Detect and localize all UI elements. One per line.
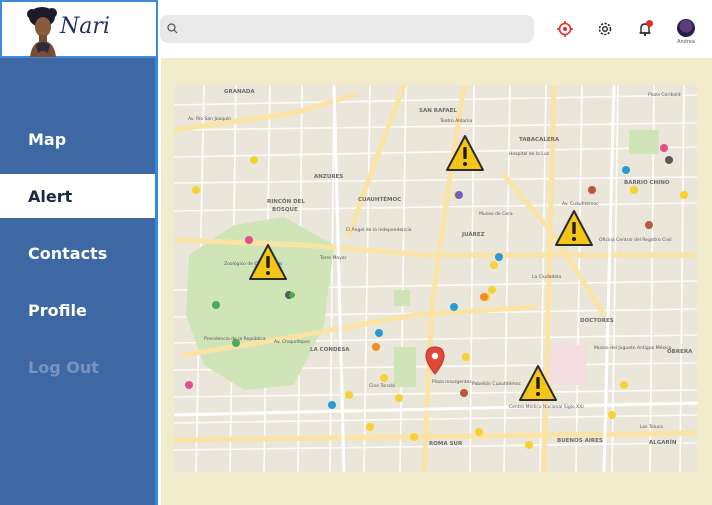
map-label: Museo de Cera bbox=[479, 211, 513, 217]
map-label: SAN RAFAEL bbox=[419, 108, 457, 114]
sidebar-item-contacts[interactable]: Contacts bbox=[0, 231, 155, 275]
map-label: CUAUHTÉMOC bbox=[358, 195, 401, 203]
map-label: BARRIO CHINO bbox=[624, 180, 670, 186]
map-label: GRANADA bbox=[224, 89, 255, 95]
map-label: Plaza Insurgentes bbox=[432, 379, 472, 385]
map-label: ALGARÍN bbox=[649, 438, 677, 446]
alert-warning-icon[interactable] bbox=[248, 242, 288, 282]
map-label: Plaza Garibaldi bbox=[648, 92, 682, 98]
search-input[interactable] bbox=[184, 19, 528, 41]
alert-warning-icon[interactable] bbox=[445, 133, 485, 173]
map-label: Av. Cuauhtémoc bbox=[562, 200, 599, 207]
map-label: Hospital de la Luz bbox=[509, 151, 550, 157]
sidebar-item-label: Contacts bbox=[28, 243, 108, 263]
map-label: ANZURES bbox=[314, 174, 343, 180]
map-label: Oficina Central del Registro Civil bbox=[599, 237, 672, 243]
map-label: BOSQUE bbox=[272, 207, 298, 213]
sidebar-item-map[interactable]: Map bbox=[0, 117, 155, 161]
map-label: TABACALERA bbox=[519, 137, 560, 143]
map-label: Museo del Juguete Antiguo México bbox=[594, 344, 672, 351]
map-label: Centro Médico Nacional Siglo XXI bbox=[509, 403, 584, 410]
map-label: ROMA SUR bbox=[429, 441, 463, 447]
sidebar-item-label: Log Out bbox=[28, 357, 99, 377]
sidebar-item-alert[interactable]: Alert bbox=[0, 174, 155, 218]
map-label: RINCÓN DEL bbox=[267, 198, 305, 205]
map-label: Los Toluca bbox=[640, 424, 663, 430]
map-label: Av. Río San Joaquín bbox=[188, 115, 231, 122]
search-icon bbox=[167, 23, 178, 34]
avatar[interactable] bbox=[677, 19, 695, 37]
map-label: Torre Mayor bbox=[319, 255, 347, 261]
map-label: Presidencia de la República bbox=[204, 335, 266, 342]
map-label: Pabellón Cuauhtémoc bbox=[472, 380, 522, 387]
sidebar-item-logout[interactable]: Log Out bbox=[0, 345, 155, 389]
alert-warning-icon[interactable] bbox=[518, 363, 558, 403]
sidebar: Map Alert Contacts Profile Log Out bbox=[0, 58, 158, 505]
alert-warning-icon[interactable] bbox=[554, 208, 594, 248]
map-label: JUÁREZ bbox=[461, 231, 485, 238]
logo-box[interactable]: Nari bbox=[0, 0, 158, 58]
notification-badge bbox=[646, 20, 653, 27]
map-label: Teatro Aldama bbox=[439, 118, 473, 124]
gear-icon[interactable] bbox=[596, 20, 614, 38]
map-label: La Ciudadela bbox=[532, 274, 561, 280]
sidebar-item-profile[interactable]: Profile bbox=[0, 288, 155, 332]
sidebar-item-label: Map bbox=[28, 129, 67, 149]
map-label: Av. Chapultepec bbox=[274, 339, 311, 345]
map-label: LA CONDESA bbox=[310, 347, 350, 353]
map-label: DOCTORES bbox=[580, 318, 614, 324]
map-label: El Ángel de la Independencia bbox=[346, 226, 412, 233]
sidebar-item-label: Alert bbox=[28, 186, 73, 206]
location-target-icon[interactable] bbox=[556, 20, 574, 38]
avatar-name: Andrea bbox=[677, 39, 695, 45]
search-bar[interactable] bbox=[160, 15, 534, 43]
logo-text: Nari bbox=[60, 14, 110, 39]
sidebar-item-label: Profile bbox=[28, 300, 87, 320]
map-label: BUENOS AIRES bbox=[557, 438, 603, 444]
map-view[interactable]: GRANADA SAN RAFAEL TABACALERA ANZURES RI… bbox=[174, 85, 697, 472]
map-label: Cine Tonalá bbox=[369, 382, 395, 389]
logo-avatar-icon bbox=[27, 7, 57, 57]
